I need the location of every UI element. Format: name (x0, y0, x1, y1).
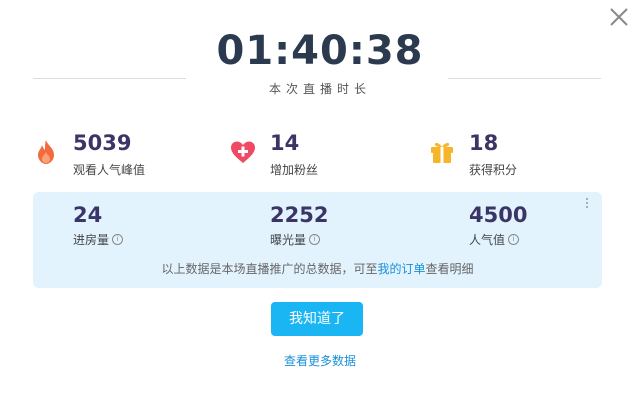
stat-label: 观看人气峰值 (73, 163, 146, 177)
promo-stat-popularity: 4500 人气值 i (469, 203, 527, 248)
stat-value: 18 (469, 131, 499, 155)
my-orders-link[interactable]: 我的订单 (377, 262, 425, 276)
promo-stat-label: 曝光量 (270, 233, 307, 247)
stat-label: 获得积分 (469, 163, 518, 177)
flame-icon (38, 140, 54, 164)
gift-icon (431, 142, 453, 163)
live-duration-timer: 01:40:38 (216, 28, 424, 74)
promo-note-suffix: 查看明细 (425, 262, 474, 276)
view-more-data-link[interactable]: 查看更多数据 (0, 352, 640, 369)
more-options-icon[interactable] (584, 198, 590, 212)
heart-plus-icon (231, 141, 255, 163)
confirm-button[interactable]: 我知道了 (271, 302, 363, 336)
stat-value: 14 (270, 131, 300, 155)
promo-stat-value: 4500 (469, 203, 528, 227)
divider-right (448, 78, 601, 79)
stat-value: 5039 (73, 131, 132, 155)
promo-stat-label: 人气值 (469, 233, 506, 247)
divider-left (33, 78, 186, 79)
live-duration-label: 本次直播时长 (268, 82, 371, 96)
info-icon[interactable]: i (508, 234, 520, 245)
promo-stat-exposure: 2252 曝光量 i (270, 203, 328, 248)
stat-label: 增加粉丝 (270, 163, 319, 177)
close-icon[interactable] (606, 4, 632, 30)
info-icon[interactable]: i (309, 234, 321, 245)
info-icon[interactable]: i (112, 234, 124, 245)
promo-note-text: 以上数据是本场直播推广的总数据，可至 (161, 262, 378, 276)
promo-stat-value: 2252 (270, 203, 329, 227)
promo-stat-label: 进房量 (73, 233, 110, 247)
promo-stat-room-entries: 24 进房量 i (73, 203, 124, 248)
promo-note: 以上数据是本场直播推广的总数据，可至我的订单查看明细 (33, 260, 602, 277)
promo-stat-value: 24 (73, 203, 103, 227)
